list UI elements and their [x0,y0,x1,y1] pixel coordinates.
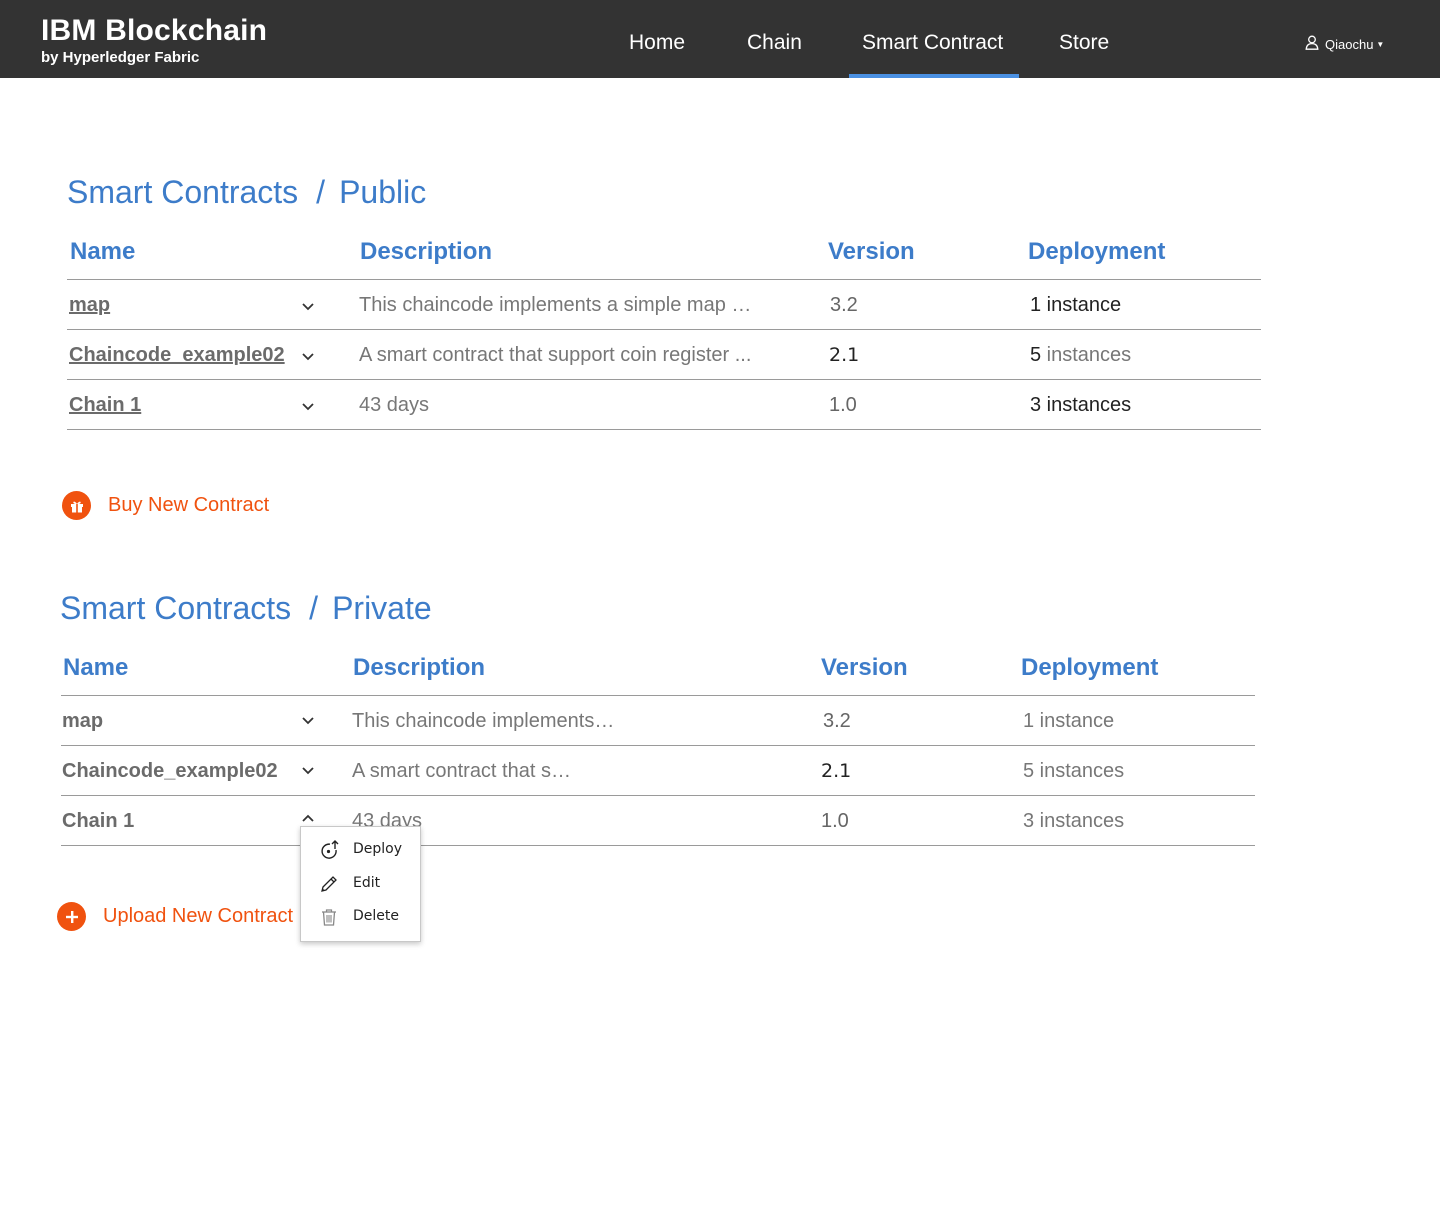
table-row[interactable]: Chaincode_example02 A smart contract tha… [61,746,1255,796]
table-row[interactable]: Chaincode_example02 A smart contract tha… [67,330,1261,380]
trash-icon [319,907,339,927]
column-header-name[interactable]: Name [63,654,128,682]
contract-name-link[interactable]: map [69,294,110,317]
title-separator: / [309,590,319,626]
deployment-count: 1 [1030,294,1042,316]
contract-deployment: 5 instances [1023,760,1125,782]
title-main: Smart Contracts [67,174,299,210]
contract-version: 3.2 [823,710,851,732]
contract-deployment: 1 instance [1023,710,1115,732]
nav-store[interactable]: Store [1059,0,1109,78]
nav-smart-contract[interactable]: Smart Contract [862,0,1003,78]
chevron-down-icon[interactable] [301,294,315,314]
deploy-icon [319,840,339,860]
contract-version: 2.1 [829,344,860,366]
contract-deployment: 3 instances [1030,394,1131,417]
chevron-down-icon[interactable] [301,394,315,414]
menu-item-label: Deploy [353,841,403,857]
contract-name-link[interactable]: Chain 1 [69,394,141,417]
contract-description: A smart contract that support coin regis… [359,344,752,366]
table-row[interactable]: map This chaincode implements a simple m… [67,280,1261,330]
divider [61,845,1255,846]
contract-deployment: 3 instances [1023,810,1125,832]
deployment-unit: instances [1041,394,1132,416]
contract-name[interactable]: Chain 1 [62,810,134,833]
nav-chain[interactable]: Chain [747,0,802,78]
deployment-count: 3 [1030,394,1042,416]
contract-description: This chaincode implements… [352,710,615,732]
contract-version: 2.1 [821,760,852,782]
chevron-down-icon[interactable] [301,760,315,780]
contract-version: 1.0 [829,394,857,416]
table-row[interactable]: Chain 1 43 days 1.0 3 instances [61,796,1255,846]
plus-icon [57,902,86,931]
brand-subtitle: by Hyperledger Fabric [41,49,200,66]
column-header-deployment[interactable]: Deployment [1021,654,1158,682]
contract-description: 43 days [359,394,430,416]
user-menu[interactable]: Qiaochu ▼ [1305,35,1384,53]
brand[interactable]: IBM Blockchain by Hyperledger Fabric [41,14,267,68]
public-section-title: Smart Contracts / Public [67,174,426,211]
contract-version: 1.0 [821,810,849,832]
menu-item-label: Edit [353,875,381,891]
column-header-description[interactable]: Description [360,238,492,266]
title-sub: Public [339,174,427,210]
menu-item-deploy[interactable]: Deploy [301,834,420,866]
menu-item-edit[interactable]: Edit [301,868,420,900]
contract-description: A smart contract that s… [352,760,571,782]
column-header-name[interactable]: Name [70,238,135,266]
contract-description: This chaincode implements a simple map … [359,294,752,316]
table-row[interactable]: Chain 1 43 days 1.0 3 instances [67,380,1261,430]
deployment-unit: instances [1041,344,1132,366]
deployment-unit: instance [1041,294,1122,316]
title-sub: Private [332,590,432,626]
buy-new-contract-button[interactable]: Buy New Contract [62,491,269,520]
column-header-description[interactable]: Description [353,654,485,682]
menu-item-delete[interactable]: Delete [301,901,420,933]
chevron-down-icon[interactable] [301,710,315,730]
contract-deployment: 1 instance [1030,294,1121,317]
title-separator: / [316,174,326,210]
buy-new-contract-label: Buy New Contract [108,494,270,516]
deployment-count: 5 [1030,344,1042,366]
divider [67,429,1261,430]
column-header-version[interactable]: Version [828,238,915,266]
top-navigation-bar: IBM Blockchain by Hyperledger Fabric Hom… [0,0,1440,78]
contract-name[interactable]: map [62,710,103,733]
title-main: Smart Contracts [60,590,292,626]
private-section-title: Smart Contracts / Private [60,590,432,627]
user-icon [1305,35,1319,53]
pencil-icon [319,874,339,894]
caret-down-icon: ▼ [1376,39,1385,49]
user-name: Qiaochu [1325,36,1374,52]
chevron-down-icon[interactable] [301,344,315,364]
contract-name[interactable]: Chaincode_example02 [62,760,278,783]
gift-icon [62,491,91,520]
contract-version: 3.2 [830,294,858,316]
nav-active-indicator [849,74,1019,78]
menu-item-label: Delete [353,908,399,924]
column-header-version[interactable]: Version [821,654,908,682]
table-row[interactable]: map This chaincode implements… 3.2 1 ins… [61,696,1255,746]
brand-title: IBM Blockchain [41,14,268,47]
upload-new-contract-label: Upload New Contract [103,905,294,927]
contract-name-link[interactable]: Chaincode_example02 [69,344,285,367]
contract-deployment: 5 instances [1030,344,1131,367]
nav-home[interactable]: Home [629,0,685,78]
column-header-deployment[interactable]: Deployment [1028,238,1165,266]
upload-new-contract-button[interactable]: Upload New Contract [57,902,293,931]
row-actions-menu: Deploy Edit Delete [300,826,421,942]
